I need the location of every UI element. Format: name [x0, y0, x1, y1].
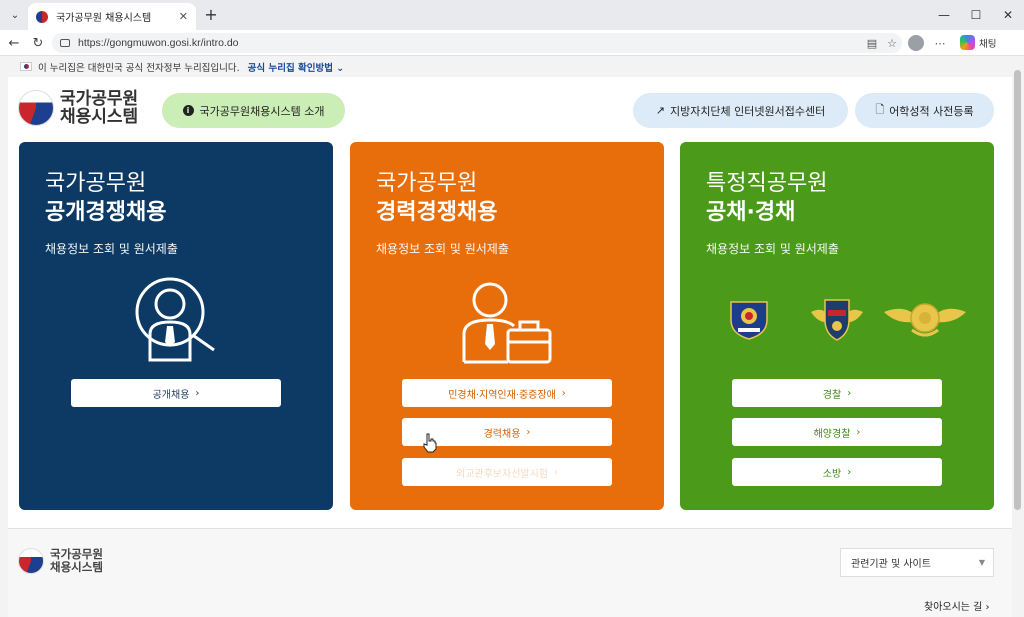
copilot-icon[interactable]	[960, 35, 975, 50]
special-recruitment-button[interactable]: 민경채·지역인재·중증장애 ›	[402, 379, 612, 407]
window-close-icon[interactable]: ✕	[988, 0, 1024, 30]
intro-button[interactable]: i 국가공무원채용시스템 소개	[162, 93, 345, 128]
reload-icon[interactable]: ↻	[28, 33, 48, 53]
local-gov-button-label: 지방자치단체 인터넷원서접수센터	[669, 104, 826, 118]
search-person-icon	[135, 277, 215, 362]
diplomat-recruitment-button[interactable]: 외교관후보자선발시험 ›	[402, 458, 612, 486]
related-sites-label: 관련기관 및 사이트	[851, 559, 931, 570]
document-icon: 🗋	[875, 103, 885, 116]
card-title-2: 공채·경채	[706, 200, 796, 225]
card-title-2: 경력경쟁채용	[376, 200, 498, 225]
tab-close-icon[interactable]: ✕	[179, 10, 188, 23]
language-register-button[interactable]: 🗋 어학성적 사전등록	[855, 93, 994, 128]
button-label: 소방	[822, 468, 842, 480]
gov-verify-link[interactable]: 공식 누리집 확인방법 ⌄	[248, 60, 345, 74]
language-button-label: 어학성적 사전등록	[889, 104, 974, 118]
hand-cursor-icon	[423, 433, 437, 453]
card-title-1: 국가공무원	[376, 171, 478, 196]
site-info-icon[interactable]	[60, 39, 70, 47]
chat-label[interactable]: 채팅	[979, 36, 996, 50]
logo-line1: 국가공무원	[60, 89, 139, 109]
site-favicon-icon	[36, 10, 48, 23]
open-recruitment-button[interactable]: 공개채용 ›	[71, 379, 281, 407]
more-menu-icon[interactable]: ⋯	[932, 35, 948, 51]
browser-toolbar: ← ↻ https://gongmuwon.gosi.kr/intro.do ▤…	[0, 30, 1024, 56]
button-label: 공개채용	[152, 389, 190, 401]
related-sites-select[interactable]: 관련기관 및 사이트 ▼	[840, 548, 994, 577]
government-emblem-icon	[18, 548, 44, 574]
reader-mode-icon[interactable]: ▤	[864, 35, 880, 51]
card-title-1: 국가공무원	[45, 171, 147, 196]
address-bar[interactable]: https://gongmuwon.gosi.kr/intro.do	[52, 33, 902, 53]
gov-notice-text: 이 누리집은 대한민국 공식 전자정부 누리집입니다.	[38, 62, 240, 74]
police-badge-icon	[730, 301, 768, 340]
gov-notice-bar: 이 누리집은 대한민국 공식 전자정부 누리집입니다. 공식 누리집 확인방법 …	[8, 56, 1012, 77]
logo-line2: 채용시스템	[60, 107, 139, 127]
button-label: 외교관후보자선발시험	[456, 468, 548, 480]
button-label: 해양경찰	[813, 428, 851, 440]
find-way-link[interactable]: 찾아오시는 길 ›	[924, 598, 990, 613]
card-subtitle: 채용정보 조회 및 원서제출	[706, 242, 839, 256]
tab-list-dropdown-icon[interactable]: ⌄	[4, 4, 26, 26]
button-label: 민경채·지역인재·중증장애	[448, 389, 556, 401]
card-title-2: 공개경쟁채용	[45, 200, 167, 225]
button-label: 경찰	[822, 389, 842, 401]
coast-guard-badge-icon	[811, 299, 863, 341]
favorite-star-icon[interactable]: ☆	[884, 35, 900, 51]
chevron-down-icon: ▼	[978, 558, 985, 567]
url-text: https://gongmuwon.gosi.kr/intro.do	[78, 37, 239, 49]
card-subtitle: 채용정보 조회 및 원서제출	[376, 242, 509, 256]
new-tab-icon[interactable]: +	[201, 4, 221, 24]
person-briefcase-icon	[462, 282, 552, 364]
fire-service-button[interactable]: 소방 ›	[732, 458, 942, 486]
police-button[interactable]: 경찰 ›	[732, 379, 942, 407]
browser-tab[interactable]: 국가공무원 채용시스템 ✕	[28, 3, 196, 30]
back-arrow-icon[interactable]: ←	[4, 33, 24, 53]
scrollbar-thumb[interactable]	[1014, 70, 1021, 510]
button-label: 경력채용	[483, 428, 521, 440]
government-emblem-icon	[18, 90, 54, 126]
local-gov-button[interactable]: ↗ 지방자치단체 인터넷원서접수센터	[633, 93, 848, 128]
footer-logo-line2: 채용시스템	[50, 560, 103, 574]
fire-service-emblem-icon	[884, 303, 966, 337]
browser-tabbar: ⌄ 국가공무원 채용시스템 ✕ + — ☐ ✕	[0, 0, 1024, 30]
intro-button-label: 국가공무원채용시스템 소개	[199, 104, 325, 118]
info-icon: i	[182, 105, 194, 116]
site-logo[interactable]: 국가공무원 채용시스템	[18, 90, 138, 126]
profile-avatar-icon[interactable]	[908, 35, 924, 51]
card-subtitle: 채용정보 조회 및 원서제출	[45, 242, 178, 256]
korean-flag-icon	[20, 62, 32, 71]
tab-title: 국가공무원 채용시스템	[56, 13, 152, 24]
external-link-icon: ↗	[655, 104, 665, 117]
footer-logo[interactable]: 국가공무원 채용시스템	[18, 548, 103, 574]
card-title-1: 특정직공무원	[706, 171, 828, 196]
coast-guard-button[interactable]: 해양경찰 ›	[732, 418, 942, 446]
